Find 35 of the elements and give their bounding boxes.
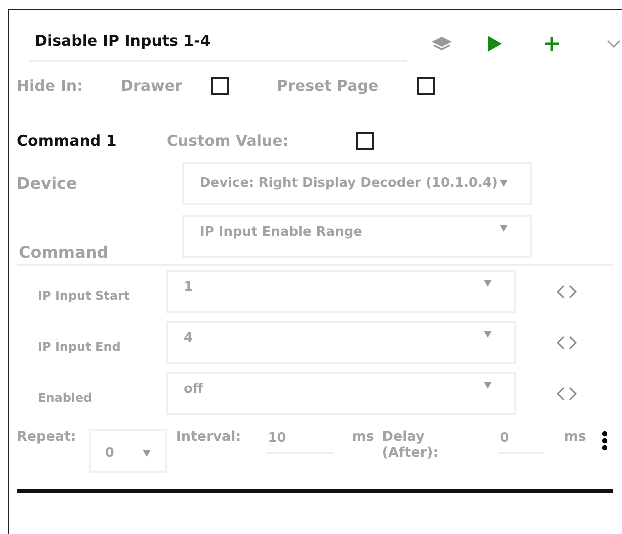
option-label: Drawer bbox=[121, 77, 184, 95]
checkbox[interactable] bbox=[356, 132, 374, 150]
preset-title[interactable]: Disable IP Inputs 1-4 bbox=[29, 26, 407, 62]
plus-icon[interactable] bbox=[544, 36, 560, 52]
code-icon[interactable] bbox=[556, 386, 578, 400]
interval-label: Interval: bbox=[176, 429, 242, 445]
checkbox[interactable] bbox=[211, 77, 229, 95]
parameter-select[interactable]: 1 bbox=[166, 270, 516, 313]
command-label: Command bbox=[19, 243, 110, 262]
code-icon[interactable] bbox=[556, 336, 578, 350]
unit-label: ms bbox=[352, 429, 374, 445]
repeat-select[interactable]: 0 bbox=[89, 429, 168, 473]
command-heading: Command 1 bbox=[17, 132, 118, 150]
parameter-select[interactable]: off bbox=[166, 372, 516, 415]
interval-field[interactable]: 10 bbox=[266, 429, 334, 454]
code-icon[interactable] bbox=[556, 284, 578, 298]
parameter-label: Enabled bbox=[37, 390, 94, 404]
repeat-label: Repeat: bbox=[17, 429, 76, 445]
custom-value-label: Custom Value: bbox=[167, 132, 290, 150]
delay-field[interactable]: 0 bbox=[498, 429, 544, 454]
device-select[interactable]: Device: Right Display Decoder (10.1.0.4) bbox=[182, 162, 532, 205]
hide-in-label: Hide In: bbox=[17, 77, 84, 95]
chevron-down-icon[interactable] bbox=[607, 40, 621, 48]
command-select[interactable]: IP Input Enable Range bbox=[182, 215, 532, 258]
parameter-select[interactable]: 4 bbox=[166, 321, 516, 364]
parameter-label: IP Input End bbox=[37, 340, 122, 354]
checkbox[interactable] bbox=[417, 77, 435, 95]
play-icon[interactable] bbox=[487, 35, 503, 53]
delay-label: Delay (After): bbox=[382, 429, 440, 461]
option-label: Preset Page bbox=[277, 77, 380, 95]
more-icon[interactable] bbox=[602, 431, 608, 451]
unit-label: ms bbox=[564, 429, 586, 445]
device-label: Device bbox=[17, 174, 78, 193]
layers-icon[interactable] bbox=[431, 36, 453, 52]
parameter-label: IP Input Start bbox=[37, 288, 131, 302]
